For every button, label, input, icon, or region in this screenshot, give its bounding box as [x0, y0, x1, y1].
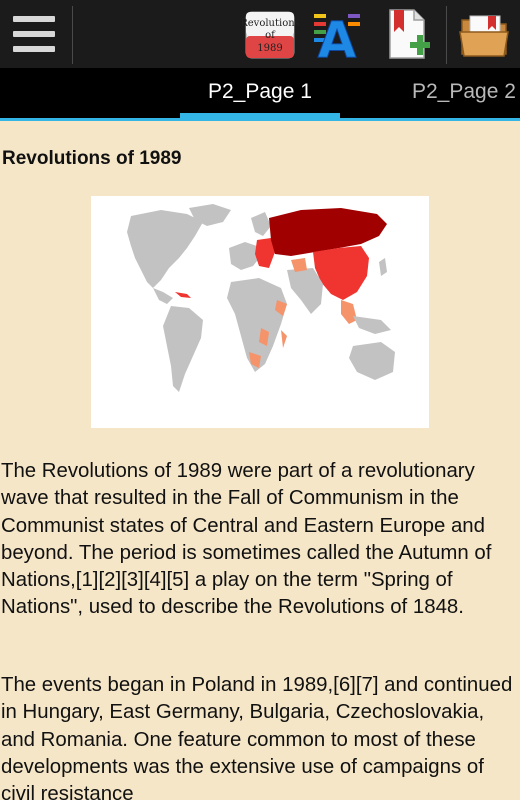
- tab-p2-page-1[interactable]: P2_Page 1: [208, 80, 312, 104]
- article-paragraph-1: The Revolutions of 1989 were part of a r…: [1, 460, 492, 619]
- bookmarks-folder-icon[interactable]: [456, 6, 514, 62]
- revolutions-app-icon[interactable]: Revolutions of 1989: [240, 6, 300, 62]
- svg-text:of: of: [265, 30, 276, 41]
- hamburger-icon-bar: [13, 31, 55, 37]
- menu-button[interactable]: [0, 0, 72, 68]
- action-bar: Revolutions of 1989 A: [0, 0, 520, 70]
- svg-text:Revolutions: Revolutions: [242, 18, 300, 29]
- font-size-icon[interactable]: A: [308, 6, 366, 70]
- article-title: Revolutions of 1989: [2, 148, 182, 169]
- hamburger-icon-bar: [13, 46, 55, 52]
- tab-p2-page-2[interactable]: P2_Page 2: [412, 80, 516, 104]
- toolbar-divider: [446, 6, 447, 64]
- article-content[interactable]: Revolutions of 1989 The Revolutions of 1…: [0, 121, 520, 800]
- add-bookmark-icon[interactable]: [380, 6, 438, 62]
- toolbar-divider: [72, 6, 73, 64]
- active-tab-indicator: [180, 113, 340, 119]
- svg-text:1989: 1989: [257, 43, 282, 54]
- hamburger-icon-bar: [13, 16, 55, 22]
- article-paragraph-2: The events began in Poland in 1989,[6][7…: [1, 674, 513, 800]
- world-map-image: [91, 196, 429, 428]
- svg-text:A: A: [318, 11, 357, 62]
